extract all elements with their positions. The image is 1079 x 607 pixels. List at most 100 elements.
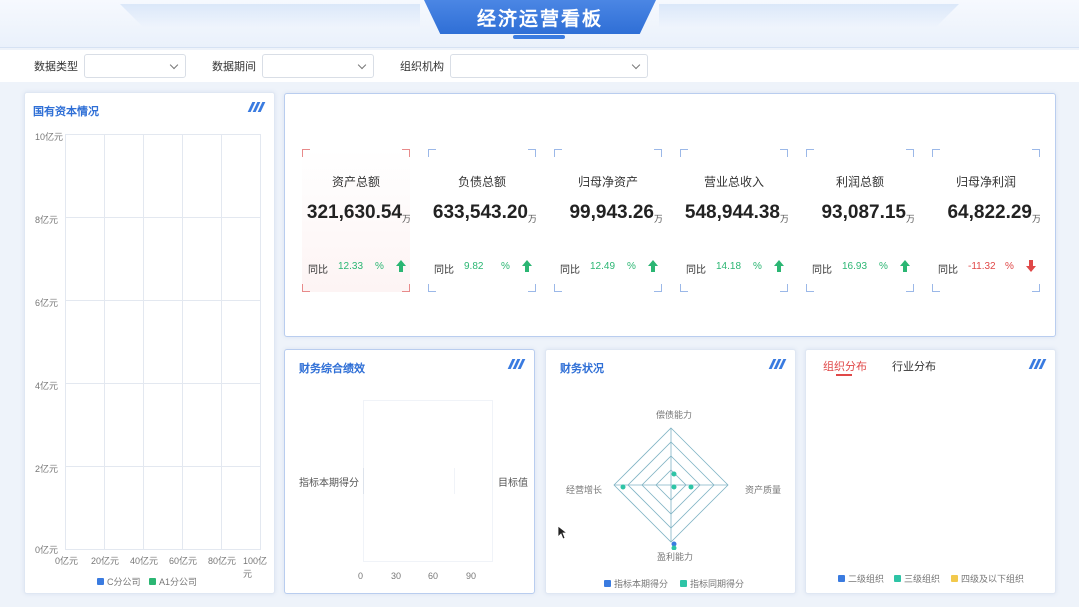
x-tick-label: 80亿元: [208, 556, 237, 566]
filter-bar: 数据类型 数据期间 组织机构: [0, 50, 1079, 82]
kpi-unit: 万: [905, 214, 914, 224]
y-tick-label: 10亿元: [35, 132, 64, 142]
kpi-yoy-percent: 16.93: [842, 261, 868, 272]
y-category-label: 指标本期得分: [299, 478, 359, 489]
legend-swatch: [951, 575, 958, 582]
kpi-yoy-percent: 14.18: [716, 261, 742, 272]
kpi-label: 归母净利润: [955, 175, 1016, 189]
x-tick-label: 0: [358, 571, 364, 581]
kpi-yoy-percent: -11.32: [968, 261, 996, 272]
filter-label: 数据期间: [212, 61, 256, 73]
radar-axis-label: 资产质量: [745, 485, 782, 495]
arrow-up-icon: [648, 260, 658, 272]
kpi-card-total-revenue[interactable]: 营业总收入 548,944.38 万 同比 14.18 %: [680, 149, 788, 292]
y-tick-label: 2亿元: [35, 464, 59, 474]
filter-data-type: 数据类型: [34, 54, 186, 78]
organization-select[interactable]: [450, 54, 648, 78]
kpi-percent-sign: %: [753, 261, 762, 272]
legend-item-prior[interactable]: 指标同期得分: [680, 577, 744, 590]
radar-axis-label: 偿债能力: [656, 410, 693, 420]
kpi-card-net-assets[interactable]: 归母净资产 99,943.26 万 同比 12.49 %: [554, 149, 662, 292]
legend-label: A1分公司: [159, 577, 198, 587]
chevron-down-icon: [631, 60, 641, 70]
kpi-unit: 万: [527, 214, 536, 224]
legend-item-level2[interactable]: 二级组织: [838, 572, 884, 585]
legend-item-c[interactable]: C分公司: [97, 575, 141, 588]
kpi-card-total-profit[interactable]: 利润总额 93,087.15 万 同比 16.93 %: [806, 149, 914, 292]
chart-axis-mark: [363, 468, 364, 494]
kpi-yoy-label: 同比: [434, 265, 454, 276]
kpi-label: 营业总收入: [703, 175, 764, 189]
radar-axis-label: 盈利能力: [657, 552, 694, 562]
kpi-unit: 万: [653, 214, 662, 224]
kpi-percent-sign: %: [627, 261, 636, 272]
kpi-card-total-assets[interactable]: 资产总额 321,630.54 万 同比 12.33 %: [302, 149, 410, 292]
kpi-yoy-label: 同比: [812, 265, 832, 276]
legend-item-level4[interactable]: 四级及以下组织: [951, 572, 1024, 585]
legend-label: 三级组织: [904, 574, 941, 584]
x-tick-label: 30: [391, 571, 402, 581]
slashes-icon: [768, 359, 787, 369]
slashes-icon: [507, 359, 526, 369]
state-capital-panel: 国有资本情况 10亿元 8亿元 6亿元 4亿元 2亿元 0亿元 0亿元 20亿元…: [24, 92, 275, 594]
kpi-unit: 万: [401, 214, 410, 224]
slashes-icon: [1028, 359, 1047, 369]
performance-chart-area: [363, 400, 493, 562]
legend-swatch: [838, 575, 845, 582]
x-tick-label: 20亿元: [91, 556, 120, 566]
kpi-value: 99,943.26: [569, 202, 654, 223]
kpi-value: 633,543.20: [432, 202, 528, 223]
mouse-cursor-icon: [558, 526, 568, 540]
panel-title: 国有资本情况: [33, 106, 99, 118]
arrow-up-icon: [522, 260, 532, 272]
kpi-card-total-liabilities[interactable]: 负债总额 633,543.20 万 同比 9.82 %: [428, 149, 536, 292]
kpi-card-net-profit[interactable]: 归母净利润 64,822.29 万 同比 -11.32 %: [932, 149, 1040, 292]
legend-label: 指标本期得分: [614, 579, 669, 589]
kpi-unit: 万: [1031, 214, 1040, 224]
legend-swatch: [149, 578, 156, 585]
legend-label: C分公司: [107, 577, 141, 587]
kpi-value: 93,087.15: [821, 202, 906, 223]
panel-title: 财务状况: [560, 363, 604, 375]
legend-item-level3[interactable]: 三级组织: [894, 572, 940, 585]
dashboard-header: 经济运营看板: [0, 0, 1079, 48]
legend-swatch: [894, 575, 901, 582]
kpi-value: 64,822.29: [947, 202, 1032, 223]
y-tick-label: 8亿元: [35, 215, 59, 225]
x-tick-label: 90: [466, 571, 477, 581]
kpi-yoy-percent: 9.82: [464, 261, 484, 272]
page-title: 经济运营看板: [424, 0, 656, 34]
performance-panel: 财务综合绩效 指标本期得分 目标值 0 30 60 90: [284, 349, 535, 594]
kpi-yoy-label: 同比: [686, 265, 706, 276]
radar-series-prior: [671, 484, 677, 550]
header-decoration-right: [659, 4, 959, 28]
kpi-value: 548,944.38: [684, 202, 780, 223]
tab-org-distribution[interactable]: 组织分布: [823, 358, 867, 374]
filter-label: 组织机构: [400, 61, 444, 73]
tab-industry-distribution[interactable]: 行业分布: [892, 358, 936, 374]
legend-swatch: [604, 580, 611, 587]
panel-title: 财务综合绩效: [299, 363, 365, 375]
kpi-label: 归母净资产: [577, 175, 638, 189]
legend-label: 二级组织: [848, 574, 885, 584]
x-tick-label: 0亿元: [55, 556, 79, 566]
chevron-down-icon: [357, 60, 367, 70]
active-tab-indicator: [836, 374, 852, 376]
legend-item-current[interactable]: 指标本期得分: [604, 577, 668, 590]
kpi-label: 资产总额: [331, 175, 380, 189]
data-period-select[interactable]: [262, 54, 374, 78]
kpi-panel: 资产总额 321,630.54 万 同比 12.33 % 负债总额 633,543…: [284, 93, 1056, 337]
kpi-percent-sign: %: [501, 261, 510, 272]
radar-series-current: [620, 471, 694, 547]
legend-item-a1[interactable]: A1分公司: [149, 575, 197, 588]
kpi-yoy-percent: 12.49: [590, 261, 616, 272]
state-capital-chart-grid: [65, 134, 261, 550]
y-category-label: 目标值: [498, 478, 528, 489]
kpi-percent-sign: %: [375, 261, 384, 272]
data-type-select[interactable]: [84, 54, 186, 78]
x-tick-label: 60: [428, 571, 439, 581]
kpi-label: 利润总额: [835, 175, 884, 189]
radar-chart: [613, 427, 729, 550]
arrow-up-icon: [900, 260, 910, 272]
legend-swatch: [97, 578, 104, 585]
